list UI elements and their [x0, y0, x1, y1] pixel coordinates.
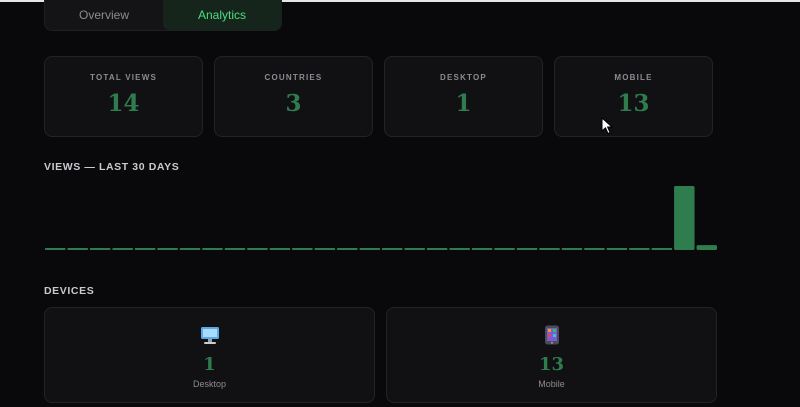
device-card-mobile: 13 Mobile — [386, 307, 717, 403]
chart-bar-day-8 — [202, 248, 223, 250]
stat-label: COUNTRIES — [264, 73, 323, 82]
device-label: Mobile — [538, 379, 565, 389]
chart-bar-day-27 — [629, 248, 650, 250]
stat-card-desktop: DESKTOP 1 — [384, 56, 543, 137]
chart-bar-day-11 — [269, 248, 291, 250]
stat-card-mobile: MOBILE 13 — [554, 56, 713, 137]
views-bar-chart — [45, 186, 717, 250]
chart-bar-day-19 — [449, 248, 470, 250]
chart-bar-day-30 — [696, 245, 717, 250]
devices-row: 1 Desktop 13 Mobile — [44, 307, 717, 403]
mobile-phone-icon — [541, 324, 563, 346]
stat-card-total-views: TOTAL VIEWS 14 — [44, 56, 203, 137]
stat-label: TOTAL VIEWS — [90, 73, 157, 82]
stat-card-countries: COUNTRIES 3 — [214, 56, 373, 137]
chart-bar-day-26 — [606, 248, 628, 250]
chart-bar-day-14 — [337, 248, 358, 250]
chart-bar-day-5 — [134, 248, 156, 250]
tab-overview[interactable]: Overview — [45, 0, 163, 30]
chart-bar-day-23 — [539, 248, 560, 250]
chart-bar-day-9 — [224, 248, 246, 250]
stat-value: 13 — [617, 90, 650, 117]
chart-bar-day-12 — [292, 248, 313, 250]
chart-bar-day-29 — [674, 186, 695, 250]
stat-value: 1 — [455, 90, 472, 117]
chart-bar-day-16 — [382, 248, 403, 250]
chart-bar-day-7 — [179, 248, 201, 250]
chart-bar-day-24 — [561, 248, 583, 250]
views-section-title: VIEWS — LAST 30 DAYS — [44, 161, 180, 173]
stat-label: MOBILE — [614, 73, 653, 82]
chart-bar-day-17 — [404, 248, 425, 250]
devices-section-title: DEVICES — [44, 285, 95, 297]
chart-bar-day-4 — [112, 248, 133, 250]
chart-bar-day-21 — [494, 248, 515, 250]
chart-bar-day-2 — [67, 248, 88, 250]
chart-bar-day-20 — [471, 248, 493, 250]
chart-bar-day-1 — [45, 248, 66, 250]
stat-value: 14 — [107, 90, 140, 117]
stat-label: DESKTOP — [440, 73, 487, 82]
desktop-computer-icon — [199, 324, 221, 346]
stat-value: 3 — [285, 90, 302, 117]
chart-bar-day-28 — [651, 248, 673, 250]
chart-bar-day-15 — [359, 248, 380, 250]
device-value: 13 — [538, 354, 565, 375]
chart-bar-day-10 — [247, 248, 268, 250]
device-label: Desktop — [192, 379, 227, 389]
chart-bar-day-22 — [516, 248, 538, 250]
chart-bar-day-18 — [426, 248, 448, 250]
tab-analytics[interactable]: Analytics — [163, 0, 281, 30]
mouse-cursor-icon — [601, 117, 614, 135]
device-value: 1 — [203, 354, 216, 375]
device-card-desktop: 1 Desktop — [44, 307, 375, 403]
chart-bar-day-3 — [89, 248, 111, 250]
chart-bar-day-6 — [157, 248, 178, 250]
tab-bar: Overview Analytics — [44, 0, 282, 31]
chart-bar-day-13 — [314, 248, 336, 250]
chart-bar-day-25 — [584, 248, 605, 250]
